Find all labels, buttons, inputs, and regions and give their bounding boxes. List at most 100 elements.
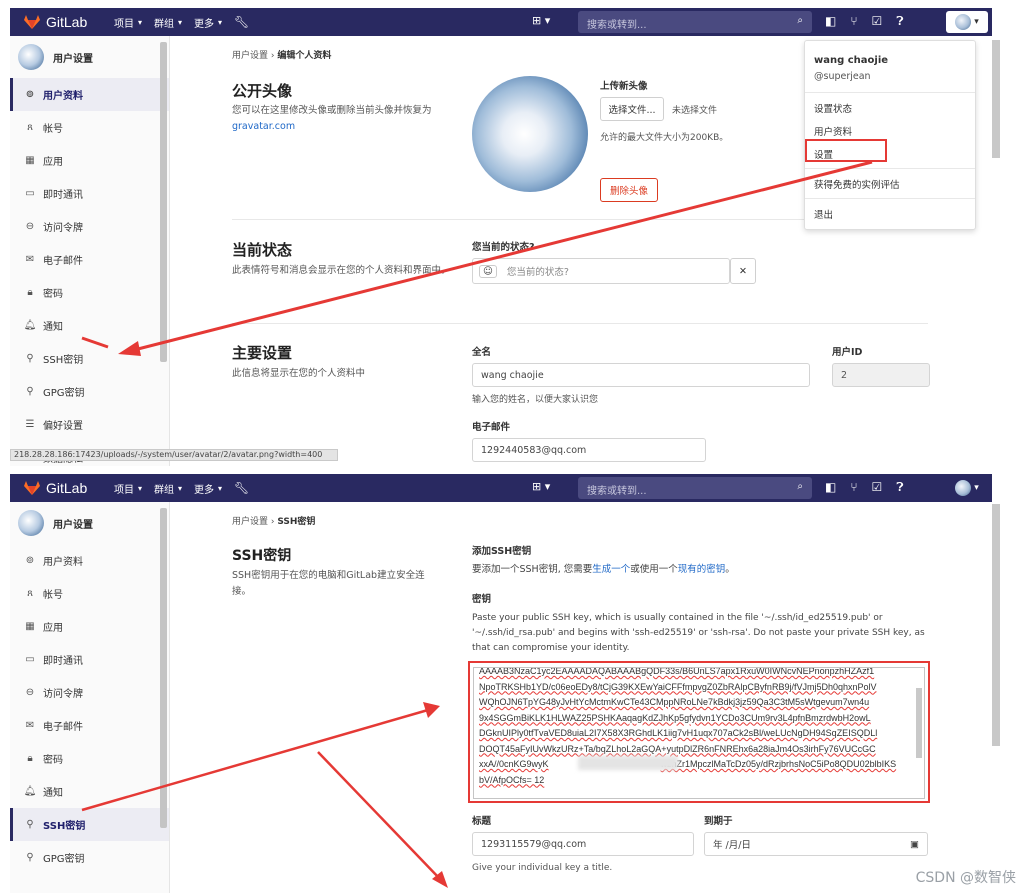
choose-file-button[interactable]: 选择文件...	[600, 97, 664, 121]
status-input[interactable]: ☺ 您当前的状态?	[472, 258, 730, 284]
status-section-title: 当前状态	[232, 241, 293, 259]
search-input[interactable]: 搜索或转到... ⌕	[578, 11, 812, 33]
more-menu[interactable]: 更多 ▾	[194, 481, 222, 496]
search-input[interactable]: 搜索或转到... ⌕	[578, 477, 812, 499]
gitlab-fox-icon	[24, 481, 40, 495]
key-instructions: Paste your public SSH key, which is usua…	[472, 613, 925, 653]
sidebar-item-notifications[interactable]: 🔔︎ 通知	[10, 309, 169, 342]
sidebar-item-profile[interactable]: ⊚ 用户资料	[10, 78, 169, 111]
todos-icon[interactable]: ☑	[872, 14, 883, 29]
existing-key-link[interactable]: 现有的密钥	[678, 564, 726, 575]
sidebar-item-emails[interactable]: ✉ 电子邮件	[10, 243, 169, 276]
breadcrumb-root[interactable]: 用户设置	[232, 51, 268, 61]
sidebar-scrollbar[interactable]	[160, 508, 167, 828]
search-icon: ⌕	[797, 15, 803, 26]
issues-icon[interactable]: ◧	[825, 480, 836, 495]
sidebar-item-ssh-keys[interactable]: ⚲ SSH密钥	[10, 342, 169, 375]
sidebar-item-chat[interactable]: ▭ 即时通讯	[10, 177, 169, 210]
admin-wrench-icon[interactable]: 🔧︎	[234, 15, 249, 29]
menu-item-set-status[interactable]: 设置状态	[814, 101, 852, 115]
remove-avatar-button[interactable]: 删除头像	[600, 178, 658, 202]
admin-wrench-icon[interactable]: 🔧︎	[234, 481, 249, 495]
sidebar-header[interactable]: 用户设置	[10, 502, 169, 544]
breadcrumb-root[interactable]: 用户设置	[232, 517, 268, 527]
sidebar-item-profile[interactable]: ⊚ 用户资料	[10, 544, 169, 577]
projects-menu[interactable]: 项目 ▾	[114, 15, 142, 30]
sidebar-item-ssh-keys[interactable]: ⚲ SSH密钥	[10, 808, 169, 841]
close-icon: ✕	[739, 265, 747, 277]
generate-key-link[interactable]: 生成一个	[592, 564, 630, 575]
token-icon: ⊖	[25, 221, 35, 232]
gitlab-logo[interactable]: GitLab	[24, 14, 102, 30]
chevron-down-icon: ▾	[218, 17, 223, 27]
upload-label: 上传新头像	[600, 81, 648, 92]
user-menu-button[interactable]: ▾	[946, 477, 988, 499]
sidebar-item-applications[interactable]: ▦ 应用	[10, 144, 169, 177]
todos-icon[interactable]: ☑	[872, 480, 883, 495]
clear-status-button[interactable]: ✕	[730, 258, 756, 284]
lock-icon: 🔒︎	[27, 287, 33, 298]
breadcrumb: 用户设置 › 编辑个人资料	[232, 51, 332, 61]
new-menu-plus-icon[interactable]: ⊞ ▾	[532, 14, 550, 27]
settings-sidebar: 用户设置 ⊚ 用户资料 ጸ 帐号 ▦ 应用 ▭ 即时通讯 ⊖ 访问令牌 ✉ 电子邮件 🔒︎ 密…	[10, 502, 170, 893]
merge-requests-icon[interactable]: ⑂	[850, 480, 857, 495]
sidebar-item-password[interactable]: 🔒︎ 密码	[10, 276, 169, 309]
bell-icon: 🔔︎	[23, 320, 37, 331]
menu-item-profile[interactable]: 用户资料	[814, 124, 852, 138]
sidebar-item-account[interactable]: ጸ 帐号	[10, 111, 169, 144]
sidebar-item-chat[interactable]: ▭ 即时通讯	[10, 643, 169, 676]
gravatar-link[interactable]: gravatar.com	[232, 121, 295, 132]
chevron-down-icon: ▾	[138, 483, 143, 493]
screenshot-ssh-keys: GitLab 项目 ▾ 群组 ▾ 更多 ▾ 🔧︎ ⊞ ▾ 搜索或转到... ⌕ ◧ ⑂ …	[0, 474, 1022, 893]
issues-icon[interactable]: ◧	[825, 14, 836, 29]
userid-field: 2	[832, 363, 930, 387]
groups-menu[interactable]: 群组 ▾	[154, 481, 182, 496]
dropdown-user-name: wang chaojie	[814, 55, 889, 66]
sidebar-item-gpg-keys[interactable]: ⚲ GPG密钥	[10, 841, 169, 874]
merge-requests-icon[interactable]: ⑂	[850, 14, 857, 29]
projects-menu[interactable]: 项目 ▾	[114, 481, 142, 496]
search-icon: ⌕	[797, 481, 803, 492]
gitlab-logo[interactable]: GitLab	[24, 480, 102, 496]
main-section-desc: 此信息将显示在您的个人资料中	[232, 368, 366, 379]
page-scrollbar[interactable]	[992, 504, 1000, 746]
add-ssh-key-label: 添加SSH密钥	[472, 546, 532, 557]
menu-item-trial[interactable]: 获得免费的实例评估	[814, 177, 900, 191]
key-title-input[interactable]: 1293115579@qq.com	[472, 832, 694, 856]
sidebar-item-applications[interactable]: ▦ 应用	[10, 610, 169, 643]
sidebar-item-gpg-keys[interactable]: ⚲ GPG密钥	[10, 375, 169, 408]
calendar-icon[interactable]: ▣	[910, 839, 919, 850]
sidebar-header[interactable]: 用户设置	[10, 36, 169, 78]
groups-menu[interactable]: 群组 ▾	[154, 15, 182, 30]
sidebar-item-emails[interactable]: ✉ 电子邮件	[10, 709, 169, 742]
dropdown-username: @superjean	[814, 71, 871, 82]
avatar	[955, 14, 972, 30]
title-label: 标题	[472, 816, 492, 827]
avatar	[18, 510, 44, 536]
new-menu-plus-icon[interactable]: ⊞ ▾	[532, 480, 550, 493]
expires-date-input[interactable]: 年 /月/日 ▣	[704, 832, 928, 856]
page-scrollbar[interactable]	[992, 40, 1000, 158]
fullname-input[interactable]: wang chaojie	[472, 363, 810, 387]
applications-icon: ▦	[25, 155, 35, 166]
sidebar-item-notifications[interactable]: 🔔︎ 通知	[10, 775, 169, 808]
sidebar-item-preferences[interactable]: ☰ 偏好设置	[10, 408, 169, 441]
email-field[interactable]: 1292440583@qq.com	[472, 438, 706, 462]
user-menu-button[interactable]: ▾	[946, 11, 988, 33]
watermark: CSDN @数智侠	[915, 870, 1016, 886]
email-label: 电子邮件	[472, 422, 511, 433]
sidebar-item-tokens[interactable]: ⊖ 访问令牌	[10, 676, 169, 709]
more-menu[interactable]: 更多 ▾	[194, 15, 222, 30]
emoji-picker-icon[interactable]: ☺	[479, 264, 497, 278]
add-ssh-key-hint: 要添加一个SSH密钥, 您需要生成一个或使用一个现有的密钥。	[472, 564, 735, 575]
help-icon[interactable]: ❓︎	[896, 14, 903, 29]
sidebar-item-account[interactable]: ጸ 帐号	[10, 577, 169, 610]
sidebar-item-password[interactable]: 🔒︎ 密码	[10, 742, 169, 775]
userid-label: 用户ID	[832, 347, 863, 358]
sidebar-scrollbar[interactable]	[160, 42, 167, 362]
menu-item-sign-out[interactable]: 退出	[814, 207, 833, 221]
expires-label: 到期于	[704, 816, 733, 827]
sidebar-item-tokens[interactable]: ⊖ 访问令牌	[10, 210, 169, 243]
help-icon[interactable]: ❓︎	[896, 480, 903, 495]
title-hint: Give your individual key a title.	[472, 863, 613, 873]
